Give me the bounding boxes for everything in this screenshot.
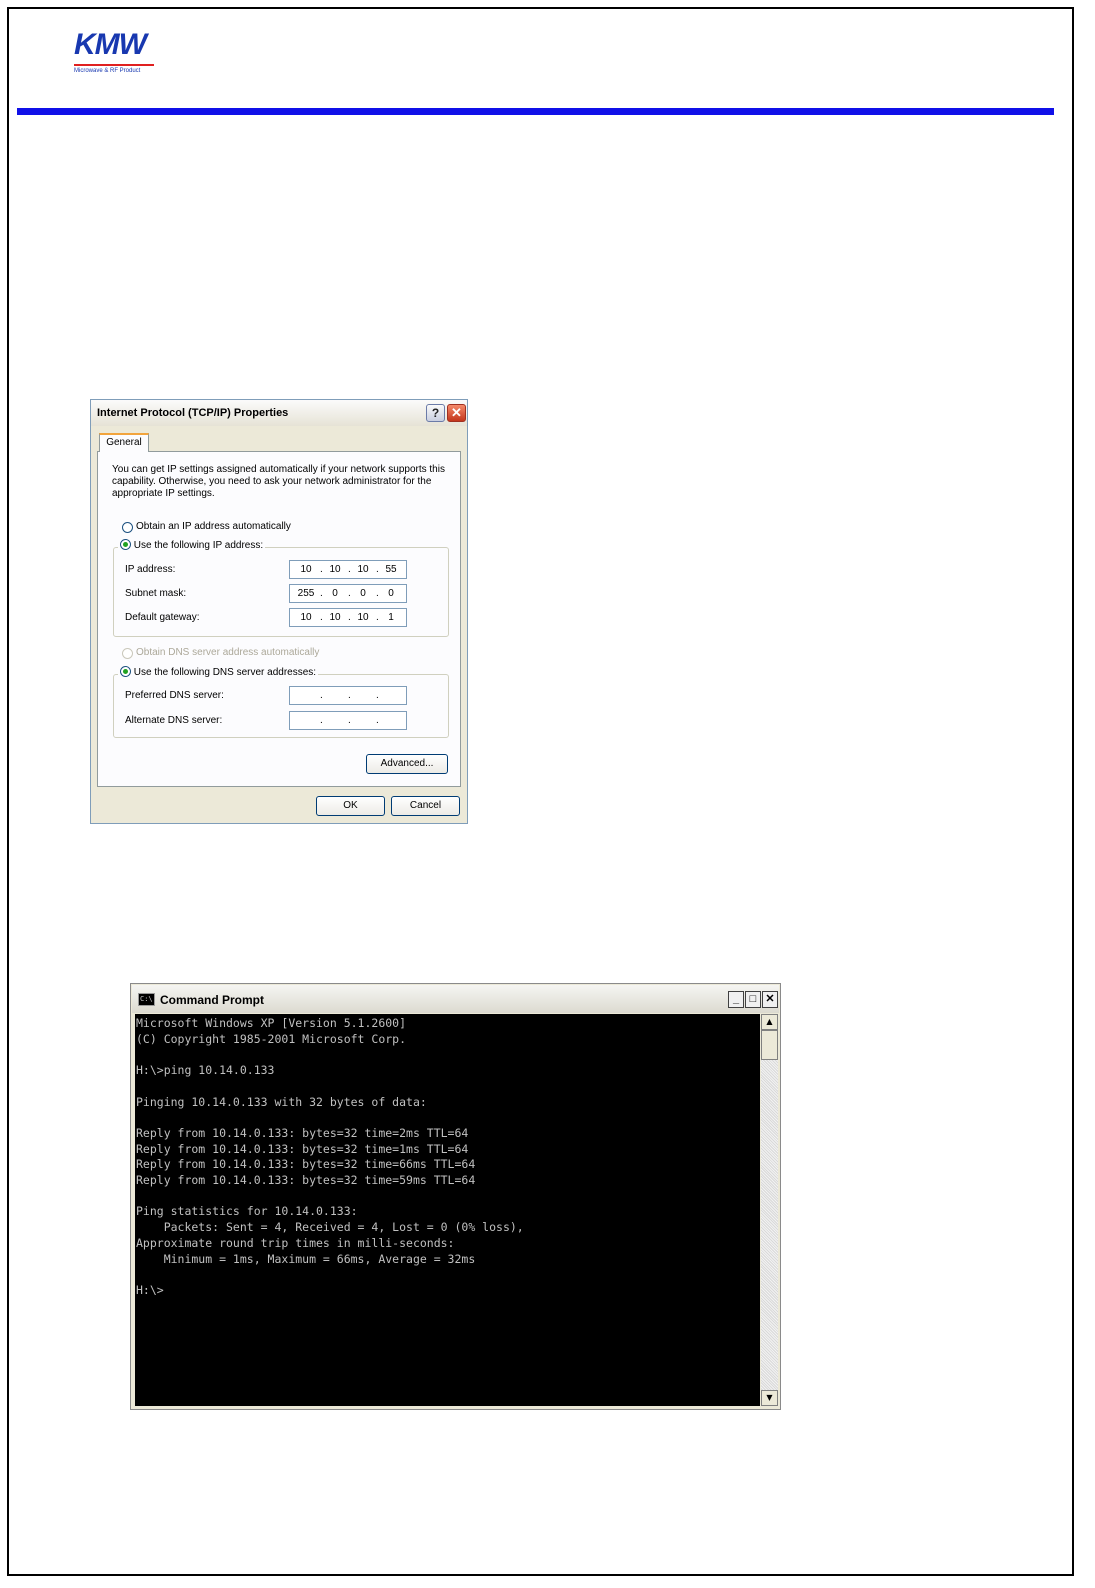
ip-octet: 0	[388, 588, 394, 599]
octet-separator: .	[320, 564, 323, 575]
dialog-title-bar[interactable]: Internet Protocol (TCP/IP) Properties ? …	[91, 400, 467, 426]
close-icon[interactable]: ✕	[762, 991, 778, 1008]
octet-separator: .	[348, 588, 351, 599]
kmw-logo: KMW Microwave & RF Product	[74, 30, 158, 78]
ip-octet: 10	[357, 612, 369, 623]
use-following-ip-radio[interactable]	[120, 539, 131, 550]
minimize-icon[interactable]: _	[728, 991, 744, 1008]
octet-separator: .	[376, 588, 379, 599]
scroll-up-icon[interactable]: ▲	[761, 1014, 778, 1030]
octet-separator: .	[320, 612, 323, 623]
octet-separator: .	[376, 564, 379, 575]
ip-octet: 0	[332, 588, 338, 599]
console-title: Command Prompt	[160, 993, 265, 1007]
octet-separator: .	[376, 690, 379, 701]
ip-address-label: IP address:	[125, 564, 176, 575]
obtain-dns-automatically-radio[interactable]	[122, 648, 133, 659]
console-output-text: Microsoft Windows XP [Version 5.1.2600] …	[136, 1016, 524, 1297]
console-output-area[interactable]: Microsoft Windows XP [Version 5.1.2600] …	[135, 1014, 760, 1406]
octet-separator: .	[348, 564, 351, 575]
octet-separator: .	[348, 715, 351, 726]
header-rule	[17, 108, 1054, 115]
scrollbar-thumb[interactable]	[761, 1030, 778, 1060]
default-gateway-label: Default gateway:	[125, 612, 200, 623]
alternate-dns-label: Alternate DNS server:	[125, 715, 223, 726]
ip-address-input[interactable]: 10 10 10 55...	[289, 560, 407, 579]
octet-separator: .	[376, 715, 379, 726]
alternate-dns-input[interactable]: ...	[289, 711, 407, 730]
octet-separator: .	[348, 612, 351, 623]
ip-octet: 10	[300, 612, 312, 623]
octet-separator: .	[320, 588, 323, 599]
use-following-dns-radio[interactable]	[120, 666, 131, 677]
logo-underline	[74, 64, 154, 66]
ip-group-legend: Use the following IP address:	[118, 539, 266, 552]
octet-separator: .	[320, 690, 323, 701]
obtain-ip-automatically-label[interactable]: Obtain an IP address automatically	[136, 521, 291, 532]
dns-group-legend: Use the following DNS server addresses:	[118, 666, 319, 679]
subnet-mask-input[interactable]: 255 0 0 0...	[289, 584, 407, 603]
octet-separator: .	[348, 690, 351, 701]
obtain-ip-automatically-radio[interactable]	[122, 522, 133, 533]
tab-general[interactable]: General	[99, 433, 149, 452]
ip-octet: 255	[297, 588, 315, 599]
tcpip-properties-dialog: Internet Protocol (TCP/IP) Properties ? …	[90, 399, 468, 824]
dialog-title: Internet Protocol (TCP/IP) Properties	[97, 407, 289, 419]
command-prompt-window: C:\ Command Prompt _ □ ✕ Microsoft Windo…	[130, 983, 781, 1410]
help-icon[interactable]: ?	[426, 404, 445, 422]
default-gateway-input[interactable]: 10 10 10 1...	[289, 608, 407, 627]
obtain-dns-automatically-label[interactable]: Obtain DNS server address automatically	[136, 647, 319, 658]
subnet-mask-label: Subnet mask:	[125, 588, 187, 599]
ip-octet: 10	[329, 612, 341, 623]
console-app-icon: C:\	[138, 993, 155, 1006]
octet-separator: .	[376, 612, 379, 623]
advanced-button[interactable]: Advanced...	[366, 754, 448, 774]
ip-octet: 10	[300, 564, 312, 575]
cancel-button[interactable]: Cancel	[391, 796, 460, 816]
ip-octet: 0	[360, 588, 366, 599]
intro-text: You can get IP settings assigned automat…	[112, 464, 445, 499]
use-following-dns-label[interactable]: Use the following DNS server addresses:	[134, 667, 316, 678]
ip-octet: 1	[388, 612, 394, 623]
maximize-icon[interactable]: □	[745, 991, 761, 1008]
logo-tagline: Microwave & RF Product	[74, 68, 141, 74]
logo-wordmark: KMW	[74, 28, 147, 61]
close-icon[interactable]: ✕	[447, 404, 466, 422]
scroll-down-icon[interactable]: ▼	[761, 1390, 778, 1406]
octet-separator: .	[320, 715, 323, 726]
console-scrollbar[interactable]: ▲ ▼	[761, 1014, 778, 1406]
use-following-ip-label[interactable]: Use the following IP address:	[134, 540, 263, 551]
console-title-bar[interactable]: C:\ Command Prompt _ □ ✕	[132, 985, 779, 1013]
preferred-dns-label: Preferred DNS server:	[125, 690, 224, 701]
preferred-dns-input[interactable]: ...	[289, 686, 407, 705]
ip-octet: 10	[357, 564, 369, 575]
ip-octet: 10	[329, 564, 341, 575]
ok-button[interactable]: OK	[316, 796, 385, 816]
ip-octet: 55	[385, 564, 397, 575]
